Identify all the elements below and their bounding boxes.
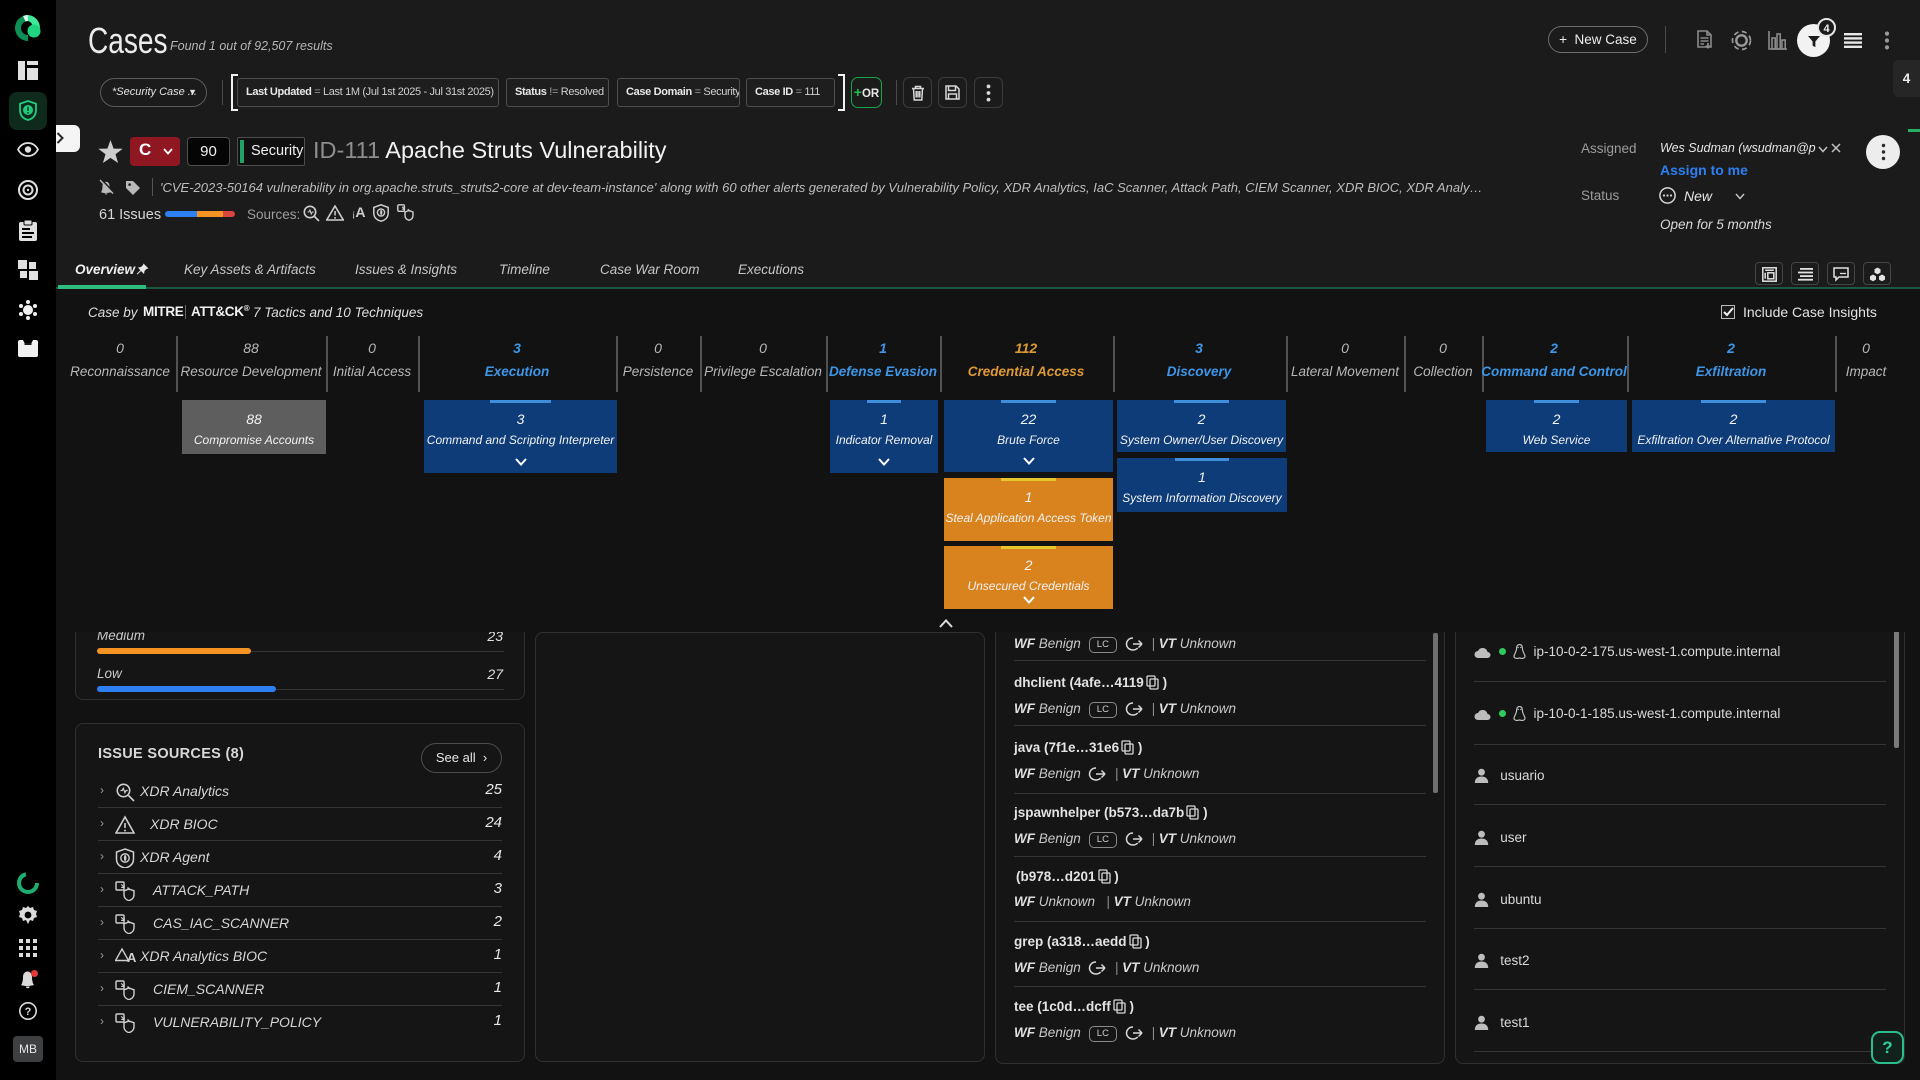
svg-text:?: ? [25,1006,32,1018]
svg-text:A: A [127,950,137,965]
